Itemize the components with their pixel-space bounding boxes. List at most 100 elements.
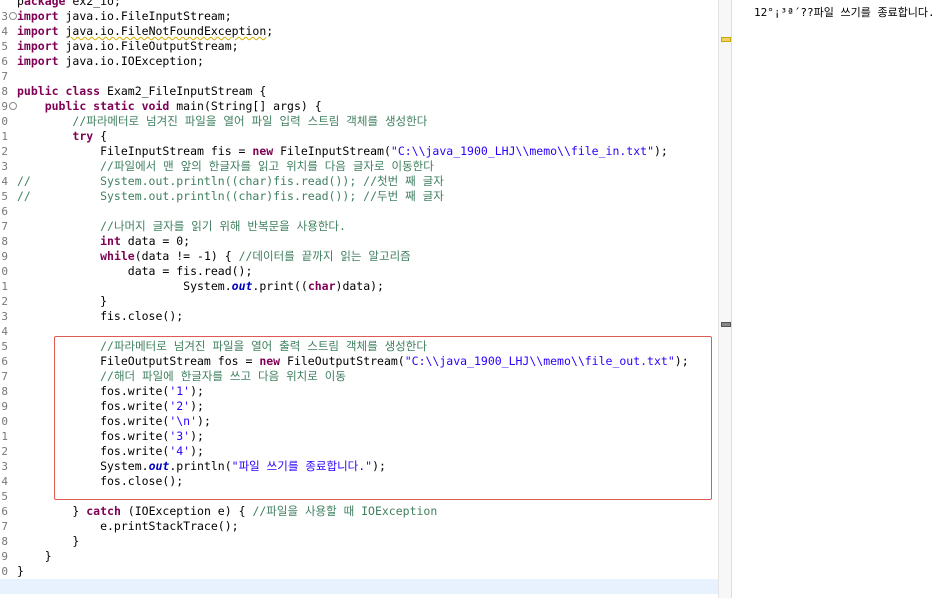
code-text: )data); [335, 279, 384, 293]
code-content: int data = 0; [17, 234, 190, 249]
fold-toggle-icon[interactable] [9, 12, 17, 20]
code-line[interactable]: 9 public static void main(String[] args)… [0, 99, 718, 114]
code-content: } [17, 534, 79, 549]
line-number: 6 [1, 55, 8, 68]
console-panel: 12°¡³ª´??파일 쓰기를 종료합니다. [748, 0, 949, 598]
code-text: } [17, 294, 108, 308]
line-number: 5 [1, 190, 8, 203]
code-content: import java.io.FileOutputStream; [17, 39, 239, 54]
panel-divider[interactable] [731, 0, 749, 598]
string-literal: '4' [169, 444, 191, 458]
code-text: java.io.IOException; [58, 54, 204, 68]
code-line[interactable]: 2 } [0, 294, 718, 309]
string-literal: '\n' [169, 414, 198, 428]
code-line[interactable]: 8 int data = 0; [0, 234, 718, 249]
code-line[interactable]: 0 //파라메터로 넘겨진 파일을 열어 파일 입력 스트림 객체를 생성한다 [0, 114, 718, 129]
code-line[interactable]: 3 //파일에서 맨 앞의 한글자를 읽고 위치를 다음 글자로 이동한다 [0, 159, 718, 174]
code-line[interactable]: 5 //파라메터로 넘겨진 파일을 열어 출력 스트림 객체를 생성한다 [0, 339, 718, 354]
code-content: import java.io.FileInputStream; [17, 9, 232, 24]
keyword: import [17, 24, 59, 38]
code-line[interactable]: 3 fis.close(); [0, 309, 718, 324]
line-number: 7 [1, 370, 8, 383]
fold-toggle-icon[interactable] [9, 102, 17, 110]
code-text: ); [654, 144, 668, 158]
code-line[interactable]: 7 //해더 파일에 한글자를 쓰고 다음 위치로 이동 [0, 369, 718, 384]
code-line[interactable]: 5 import java.io.FileOutputStream; [0, 39, 718, 54]
code-line[interactable]: 8 public class Exam2_FileInputStream { [0, 84, 718, 99]
line-number: 7 [1, 220, 8, 233]
code-editor[interactable]: package ex2_io; 3 import java.io.FileInput… [0, 0, 718, 598]
code-line[interactable]: 4 import java.io.FileNotFoundException; [0, 24, 718, 39]
code-line[interactable]: 1 fos.write('3'); [0, 429, 718, 444]
code-line[interactable]: 3 System.out.println("파일 쓰기를 종료합니다."); [0, 459, 718, 474]
overview-ruler[interactable] [718, 0, 731, 598]
warning-marker[interactable] [721, 37, 731, 42]
code-line[interactable]: 1 System.out.print((char)data); [0, 279, 718, 294]
code-line[interactable]: 6 FileOutputStream fos = new FileOutputS… [0, 354, 718, 369]
code-line[interactable]: 4 fos.close(); [0, 474, 718, 489]
keyword: try [72, 129, 94, 143]
line-number: 1 [1, 430, 8, 443]
keyword: while [100, 249, 135, 263]
code-line[interactable]: 5 // System.out.println((char)fis.read())… [0, 189, 718, 204]
code-text: data = fis.read(); [17, 264, 253, 278]
code-line[interactable]: 2 fos.write('4'); [0, 444, 718, 459]
code-text: ); [190, 444, 204, 458]
keyword: import [17, 39, 59, 53]
code-line[interactable]: 9 fos.write('2'); [0, 399, 718, 414]
code-line[interactable]: 6 [0, 204, 718, 219]
keyword: catch [86, 504, 121, 518]
code-line[interactable]: 4 [0, 324, 718, 339]
string-literal: "파일 쓰기를 종료합니다." [231, 459, 373, 473]
code-line[interactable]: 0} [0, 564, 718, 579]
code-text: ); [190, 399, 204, 413]
code-text: } [17, 504, 87, 518]
code-line[interactable]: 1 try { [0, 129, 718, 144]
code-line[interactable]: 9 while(data != -1) { //데이터를 끝까지 읽는 알고리즘 [0, 249, 718, 264]
line-number: 0 [1, 565, 8, 578]
line-number: 6 [1, 205, 8, 218]
position-marker[interactable] [721, 322, 731, 327]
code-text: java.io.FileOutputStream; [58, 39, 239, 53]
keyword: char [307, 279, 336, 293]
code-line[interactable]: 8 fos.write('1'); [0, 384, 718, 399]
code-line[interactable] [0, 579, 718, 594]
code-line[interactable]: 6 import java.io.IOException; [0, 54, 718, 69]
code-line[interactable]: 2 FileInputStream fis = new FileInputStr… [0, 144, 718, 159]
code-line[interactable]: 7 [0, 69, 718, 84]
code-content: try { [17, 129, 107, 144]
code-content: e.printStackTrace(); [17, 519, 239, 534]
code-text: .print(( [252, 279, 308, 293]
code-content: //파라메터로 넘겨진 파일을 열어 파일 입력 스트림 객체를 생성한다 [17, 114, 427, 129]
code-content: import java.io.FileNotFoundException; [17, 24, 273, 39]
code-text: e.printStackTrace(); [17, 519, 239, 533]
code-line[interactable]: 8 } [0, 534, 718, 549]
code-line[interactable]: 6 } catch (IOException e) { //파일을 사용할 때 … [0, 504, 718, 519]
code-line[interactable]: 9 } [0, 549, 718, 564]
comment: // System.out.println((char)fis.read());… [17, 174, 444, 188]
code-text: main(String[] args) { [169, 99, 322, 113]
code-line[interactable]: 5 [0, 489, 718, 504]
comment: //파라메터로 넘겨진 파일을 열어 출력 스트림 객체를 생성한다 [100, 339, 427, 353]
line-number: 5 [1, 340, 8, 353]
code-line[interactable]: 7 //나머지 글자를 읽기 위해 반복문을 사용한다. [0, 219, 718, 234]
code-line[interactable]: 3 import java.io.FileInputStream; [0, 9, 718, 24]
code-line[interactable]: 7 e.printStackTrace(); [0, 519, 718, 534]
code-line[interactable]: 0 fos.write('\n'); [0, 414, 718, 429]
code-line[interactable]: package ex2_io; [0, 0, 718, 9]
line-number: 9 [1, 250, 8, 263]
code-text: System. [17, 459, 149, 473]
string-literal: '1' [169, 384, 191, 398]
keyword: public static void [44, 99, 170, 113]
code-text: System. [17, 279, 232, 293]
code-line[interactable]: 4 // System.out.println((char)fis.read())… [0, 174, 718, 189]
comment: //나머지 글자를 읽기 위해 반복문을 사용한다. [100, 219, 346, 233]
field-ref: out [231, 279, 253, 293]
code-line[interactable]: 0 data = fis.read(); [0, 264, 718, 279]
line-number: 2 [1, 295, 8, 308]
